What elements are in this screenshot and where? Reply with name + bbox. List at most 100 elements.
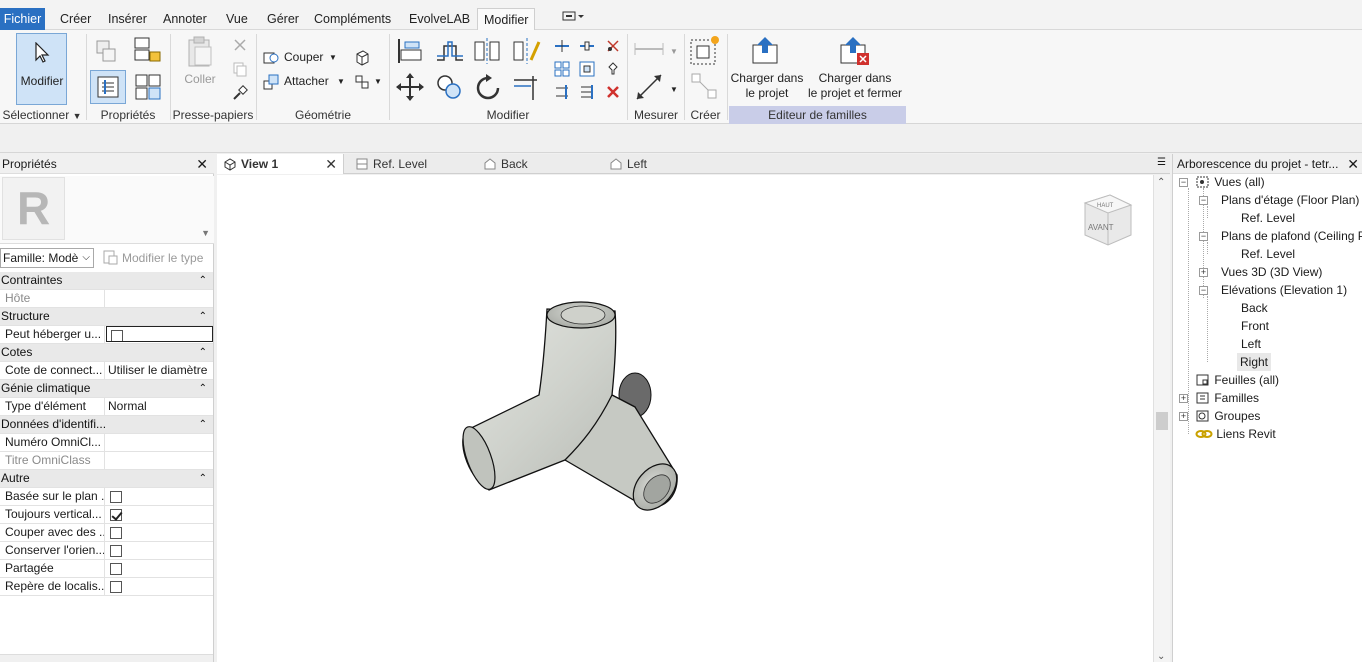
tree-revit-links[interactable]: Liens Revit bbox=[1195, 425, 1276, 443]
split-dropdown-icon[interactable]: ▼ bbox=[374, 74, 382, 89]
tree-families[interactable]: Familles bbox=[1195, 389, 1259, 407]
collapse-chevron-icon[interactable]: ⌃ bbox=[199, 308, 207, 325]
property-group-header[interactable]: Cotes ⌃ bbox=[0, 344, 213, 362]
collapse-chevron-icon[interactable]: ⌃ bbox=[199, 470, 207, 487]
viewport-scrollbar[interactable]: ⌃ ⌄ bbox=[1153, 175, 1170, 662]
expander-views[interactable]: − bbox=[1179, 178, 1188, 187]
measure-distance-button[interactable] bbox=[632, 38, 666, 60]
close-icon[interactable]: ✕ bbox=[325, 154, 337, 174]
collapse-chevron-icon[interactable]: ⌃ bbox=[199, 416, 207, 433]
property-value[interactable] bbox=[106, 524, 213, 541]
property-group-header[interactable]: Structure ⌃ bbox=[0, 308, 213, 326]
void-form-button[interactable] bbox=[352, 48, 372, 68]
property-group-header[interactable]: Autre ⌃ bbox=[0, 470, 213, 488]
property-value[interactable] bbox=[106, 290, 213, 307]
expander-3d-views[interactable]: + bbox=[1199, 268, 1208, 277]
cut-dropdown-icon[interactable]: ▼ bbox=[329, 50, 337, 65]
copy-element-button[interactable] bbox=[434, 72, 464, 102]
menu-extra-dropdown[interactable] bbox=[555, 8, 591, 30]
rotate-button[interactable] bbox=[472, 72, 504, 104]
split-element-button[interactable] bbox=[553, 37, 571, 55]
cut-button[interactable] bbox=[231, 36, 249, 54]
create-group-button[interactable] bbox=[688, 34, 722, 66]
tree-elevations[interactable]: Elévations (Elevation 1) bbox=[1221, 281, 1347, 299]
tree-elevation-back[interactable]: Back bbox=[1241, 299, 1268, 317]
family-filter-select[interactable]: Famille: Modè ⌵ bbox=[0, 248, 94, 268]
measure-dropdown-icon[interactable]: ▼ bbox=[670, 44, 678, 59]
copy-button[interactable] bbox=[231, 60, 249, 78]
delete-button[interactable] bbox=[604, 83, 622, 101]
scroll-down-icon[interactable]: ⌄ bbox=[1157, 651, 1165, 662]
panel-select-title[interactable]: Sélectionner ▼ bbox=[0, 106, 84, 124]
tab-ref-level[interactable]: Ref. Level bbox=[349, 154, 469, 174]
property-value[interactable] bbox=[106, 326, 213, 342]
property-value[interactable] bbox=[106, 578, 213, 595]
tree-elevation-front[interactable]: Front bbox=[1241, 317, 1269, 335]
tree-floor-plans[interactable]: Plans d'étage (Floor Plan) bbox=[1221, 191, 1359, 209]
property-group-header[interactable]: Génie climatique ⌃ bbox=[0, 380, 213, 398]
collapse-chevron-icon[interactable]: ⌃ bbox=[199, 380, 207, 397]
trim-multiple-button[interactable] bbox=[578, 83, 596, 101]
tab-back[interactable]: Back bbox=[477, 154, 597, 174]
mirror-draw-button[interactable] bbox=[511, 36, 543, 66]
move-button[interactable] bbox=[395, 72, 425, 102]
join-geometry-icon-button[interactable] bbox=[262, 73, 280, 91]
3d-viewport[interactable]: HAUT AVANT bbox=[217, 175, 1153, 662]
pin-button[interactable] bbox=[604, 60, 622, 78]
menu-create[interactable]: Créer bbox=[54, 8, 97, 30]
close-icon[interactable]: ✕ bbox=[196, 154, 208, 174]
menu-view[interactable]: Vue bbox=[220, 8, 254, 30]
scroll-thumb[interactable] bbox=[1156, 412, 1168, 430]
close-icon[interactable]: ✕ bbox=[1343, 154, 1359, 173]
tab-view-1[interactable]: View 1 ✕ bbox=[217, 154, 344, 174]
split-face-button[interactable] bbox=[352, 72, 372, 92]
modify-tool-button[interactable]: Modifier bbox=[16, 33, 67, 105]
scale-button[interactable] bbox=[578, 60, 596, 78]
collapse-chevron-icon[interactable]: ⌃ bbox=[199, 344, 207, 361]
tree-groups[interactable]: Groupes bbox=[1195, 407, 1260, 425]
tab-left[interactable]: Left bbox=[603, 154, 723, 174]
type-properties-button[interactable] bbox=[92, 36, 122, 66]
trim-corner-button[interactable] bbox=[553, 83, 571, 101]
menu-modify[interactable]: Modifier bbox=[477, 8, 536, 31]
menu-insert[interactable]: Insérer bbox=[102, 8, 153, 30]
menu-file[interactable]: Fichier bbox=[0, 8, 45, 30]
property-checkbox[interactable] bbox=[111, 330, 123, 341]
property-checkbox[interactable] bbox=[110, 581, 122, 593]
expander-floor-plans[interactable]: − bbox=[1199, 196, 1208, 205]
dimension-dropdown-icon[interactable]: ▼ bbox=[670, 82, 678, 97]
load-close-button[interactable] bbox=[836, 34, 872, 68]
menu-annotate[interactable]: Annoter bbox=[157, 8, 213, 30]
property-checkbox[interactable] bbox=[110, 563, 122, 575]
expander-ceiling-plans[interactable]: − bbox=[1199, 232, 1208, 241]
property-value[interactable] bbox=[106, 506, 213, 523]
offset-button[interactable] bbox=[434, 36, 466, 66]
type-selector[interactable]: R ▼ bbox=[0, 176, 214, 244]
collapse-chevron-icon[interactable]: ⌃ bbox=[199, 272, 207, 289]
tree-ceiling-plans[interactable]: Plans de plafond (Ceiling P bbox=[1221, 227, 1362, 245]
tree-views[interactable]: Vues (all) bbox=[1195, 173, 1265, 191]
load-into-project-button[interactable] bbox=[748, 34, 782, 68]
properties-toggle-button[interactable] bbox=[90, 70, 126, 104]
unpin-button[interactable] bbox=[604, 37, 622, 55]
property-checkbox[interactable] bbox=[110, 527, 122, 539]
expander-families[interactable]: + bbox=[1179, 394, 1188, 403]
join-dropdown-icon[interactable]: ▼ bbox=[337, 74, 345, 89]
tree-3d-views[interactable]: Vues 3D (3D View) bbox=[1221, 263, 1322, 281]
family-types-button[interactable] bbox=[131, 34, 163, 66]
tetrapod-model[interactable] bbox=[456, 301, 685, 518]
chevron-down-icon[interactable]: ▼ bbox=[201, 228, 210, 238]
property-value[interactable] bbox=[106, 452, 213, 469]
tree-sheets[interactable]: Feuilles (all) bbox=[1195, 371, 1279, 389]
tree-elevation-left[interactable]: Left bbox=[1241, 335, 1261, 353]
property-value[interactable] bbox=[106, 560, 213, 577]
family-category-button[interactable] bbox=[131, 70, 165, 104]
match-properties-button[interactable] bbox=[231, 84, 249, 102]
menu-evolvelab[interactable]: EvolveLAB bbox=[403, 8, 476, 30]
menu-manage[interactable]: Gérer bbox=[261, 8, 305, 30]
property-group-header[interactable]: Contraintes ⌃ bbox=[0, 272, 213, 290]
mirror-axis-button[interactable] bbox=[472, 36, 502, 66]
align-button[interactable] bbox=[395, 36, 425, 66]
viewcube[interactable]: HAUT AVANT bbox=[1083, 194, 1133, 246]
paste-button[interactable] bbox=[184, 34, 216, 70]
